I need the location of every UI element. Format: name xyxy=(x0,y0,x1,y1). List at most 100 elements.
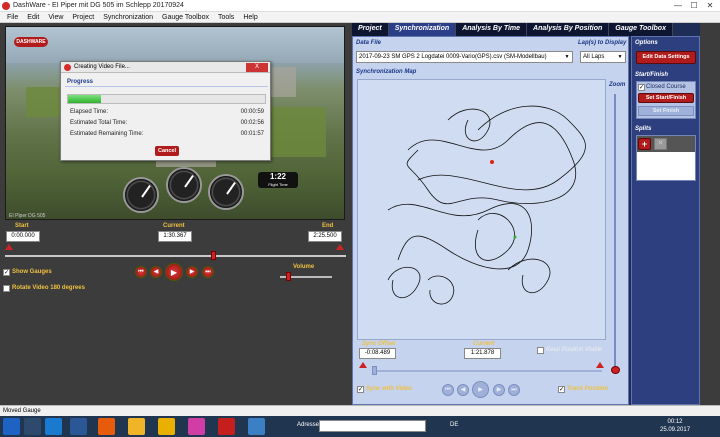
tab-project[interactable]: Project xyxy=(352,23,389,36)
start-windows-icon[interactable] xyxy=(3,418,20,435)
sync-current-label: Current xyxy=(473,341,495,347)
sync-with-video-checkbox[interactable]: ✓ xyxy=(357,386,364,393)
remote-desktop-icon[interactable] xyxy=(248,418,265,435)
vario-gauge[interactable] xyxy=(208,174,244,210)
sync-last-button[interactable]: ⏭ xyxy=(508,384,520,396)
next-frame-button[interactable]: ▶ xyxy=(186,266,198,278)
cancel-button[interactable]: Cancel xyxy=(155,146,179,156)
minimize-button[interactable]: — xyxy=(670,0,686,12)
tab-analysis-by-time[interactable]: Analysis By Time xyxy=(456,23,528,36)
set-start-finish-button[interactable]: Set Start/Finish xyxy=(638,93,694,103)
first-frame-button[interactable]: ⏮ xyxy=(135,266,147,278)
address-input[interactable] xyxy=(319,420,426,432)
tab-synchronization[interactable]: Synchronization xyxy=(388,23,457,36)
dialog-title-bar: Creating Video File... X xyxy=(61,62,270,73)
language-indicator[interactable]: DE xyxy=(450,422,458,428)
creating-video-dialog: Creating Video File... X Progress Elapse… xyxy=(60,61,271,161)
volume-label: Volume xyxy=(293,264,315,270)
add-split-button[interactable]: + xyxy=(638,138,651,150)
track-position-checkbox[interactable]: ✓ xyxy=(558,386,565,393)
closed-course-checkbox[interactable]: ✓ xyxy=(638,84,645,91)
close-window-button[interactable]: ✕ xyxy=(702,0,718,12)
sync-start-marker[interactable] xyxy=(359,362,367,368)
start-marker[interactable] xyxy=(5,244,13,250)
tab-gauge-toolbox[interactable]: Gauge Toolbox xyxy=(609,23,673,36)
progress-section-label: Progress xyxy=(67,79,94,85)
sync-play-button[interactable]: ▶ xyxy=(472,381,489,398)
remove-split-button[interactable]: ✕ xyxy=(654,138,667,150)
menu-gauge-toolbox[interactable]: Gauge Toolbox xyxy=(158,12,214,22)
sync-end-marker[interactable] xyxy=(596,362,604,368)
outlook-icon[interactable] xyxy=(158,418,175,435)
window-controls: — ☐ ✕ xyxy=(670,0,718,12)
system-clock[interactable]: 00:12 25.09.2017 xyxy=(660,418,690,434)
zoom-slider-thumb[interactable] xyxy=(611,366,620,374)
current-time-input[interactable]: 1:30.367 xyxy=(158,231,192,242)
previous-frame-button[interactable]: ◀ xyxy=(150,266,162,278)
seek-thumb[interactable] xyxy=(211,251,216,260)
maximize-button[interactable]: ☐ xyxy=(686,0,702,12)
menu-tools[interactable]: Tools xyxy=(214,12,239,22)
dashware-app-icon xyxy=(2,2,10,10)
dashware-taskbar-icon[interactable] xyxy=(218,418,235,435)
current-position-marker xyxy=(490,160,494,164)
altimeter-gauge[interactable] xyxy=(123,177,159,213)
sync-current-input[interactable]: 1:21.878 xyxy=(464,348,501,359)
gps-track-path xyxy=(474,213,515,261)
start-time-input[interactable]: 0:00.000 xyxy=(6,231,40,242)
end-time-input[interactable]: 2:25.500 xyxy=(308,231,342,242)
sync-first-button[interactable]: ⏮ xyxy=(442,384,454,396)
menu-edit[interactable]: Edit xyxy=(23,12,44,22)
sync-seek-track[interactable] xyxy=(372,370,602,372)
seek-track[interactable] xyxy=(5,255,346,257)
laps-label: Lap(s) to Display xyxy=(578,40,627,46)
start-finish-label: Start/Finish xyxy=(635,72,669,78)
flight-time-gauge[interactable]: 1:22 Flight Time xyxy=(258,172,298,188)
remaining-value: 00:01:57 xyxy=(240,131,264,137)
remaining-label: Estimated Remaining Time: xyxy=(70,131,144,137)
menu-view[interactable]: View xyxy=(44,12,68,22)
last-frame-button[interactable]: ⏭ xyxy=(202,266,214,278)
volume-thumb[interactable] xyxy=(285,272,291,281)
end-marker[interactable] xyxy=(336,244,344,250)
sync-prev-button[interactable]: ◀ xyxy=(457,384,469,396)
ie-browser-icon[interactable] xyxy=(24,418,41,435)
show-gauges-label: Show Gauges xyxy=(12,269,52,275)
sync-offset-input[interactable]: -0:08.489 xyxy=(359,348,396,359)
elapsed-row: Elapsed Time: 00:00:59 xyxy=(70,109,264,115)
sync-map-label: Synchronization Map xyxy=(356,69,417,75)
dashware-logo: DASHWARE xyxy=(14,37,48,47)
set-finish-button[interactable]: Set Finish xyxy=(638,106,694,116)
show-gauges-checkbox[interactable]: ✓ xyxy=(3,269,10,276)
clock-time: 00:12 xyxy=(667,419,683,425)
tab-analysis-by-position[interactable]: Analysis By Position xyxy=(527,23,610,36)
file-explorer-icon[interactable] xyxy=(128,418,145,435)
dialog-close-button[interactable]: X xyxy=(246,63,268,72)
menu-project[interactable]: Project xyxy=(68,12,99,22)
sync-with-video-label: Sync with Video xyxy=(366,386,412,392)
airspeed-gauge[interactable] xyxy=(166,167,202,203)
keep-position-visible-checkbox[interactable] xyxy=(537,347,544,354)
synchronization-map[interactable] xyxy=(357,79,606,340)
firefox-icon[interactable] xyxy=(98,418,115,435)
rotate-video-label: Rotate Video 180 degrees xyxy=(12,285,85,291)
windows-taskbar: Adresse DE 00:12 25.09.2017 xyxy=(0,416,720,437)
rotate-video-checkbox[interactable] xyxy=(3,285,10,292)
word-icon[interactable] xyxy=(70,418,87,435)
sync-next-button[interactable]: ▶ xyxy=(493,384,505,396)
title-bar: DashWare - EI Piper mit DG 505 im Schlep… xyxy=(0,0,720,12)
menu-file[interactable]: File xyxy=(3,12,23,22)
gps-track-path xyxy=(507,258,551,293)
app-icon[interactable] xyxy=(188,418,205,435)
data-file-select[interactable]: 2017-09-23 SM GPS 2 Logdatei 0009-Vario(… xyxy=(356,51,573,63)
sync-seek-thumb[interactable] xyxy=(372,366,377,375)
status-bar: Moved Gauge xyxy=(0,405,720,416)
elapsed-value: 00:00:59 xyxy=(240,109,264,115)
menu-help[interactable]: Help xyxy=(239,12,262,22)
internet-explorer-icon[interactable] xyxy=(45,418,62,435)
menu-synchronization[interactable]: Synchronization xyxy=(99,12,158,22)
play-button[interactable]: ▶ xyxy=(165,263,183,281)
zoom-slider-track[interactable] xyxy=(614,94,616,370)
laps-select[interactable]: All Laps ▼ xyxy=(580,51,626,63)
edit-data-settings-button[interactable]: Edit Data Settings xyxy=(636,51,696,64)
